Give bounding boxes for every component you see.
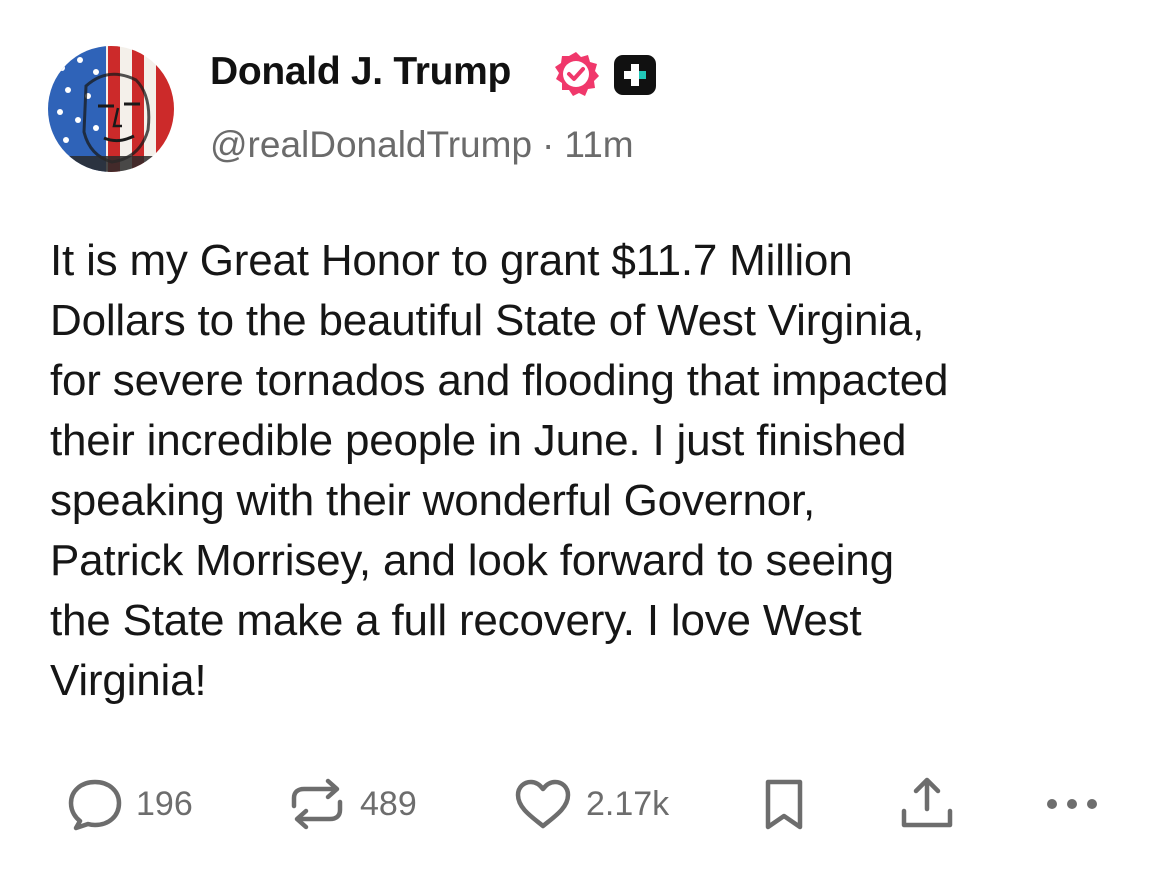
post-timestamp[interactable]: 11m — [564, 124, 633, 165]
author-meta: @realDonaldTrump · 11m — [210, 124, 634, 166]
retruth-button[interactable]: 489 — [286, 776, 417, 832]
retruth-icon — [291, 778, 343, 830]
author-display-name[interactable]: Donald J. Trump — [210, 50, 511, 94]
reply-count: 196 — [136, 784, 193, 823]
post-body: It is my Great Honor to grant $11.7 Mill… — [50, 236, 949, 705]
bookmark-icon — [765, 779, 803, 830]
bookmark-button[interactable] — [760, 776, 810, 832]
reply-bubble-icon — [68, 779, 122, 831]
reply-button[interactable]: 196 — [66, 776, 193, 832]
avatar-image — [48, 46, 174, 172]
action-bar: 196 489 2.17k — [0, 776, 1170, 836]
verified-badge-icon — [552, 50, 600, 98]
like-button[interactable]: 2.17k — [512, 776, 669, 832]
truth-plus-icon — [614, 55, 656, 95]
avatar[interactable] — [48, 46, 174, 172]
like-count: 2.17k — [586, 784, 670, 823]
retruth-count: 489 — [360, 784, 417, 823]
share-button[interactable] — [896, 776, 958, 832]
heart-icon — [515, 779, 571, 829]
truth-post: Donald J. Trump @realDonaldTrump · 11m It … — [0, 0, 1170, 895]
author-handle[interactable]: @realDonaldTrump — [210, 124, 532, 165]
meta-separator: · — [542, 124, 555, 165]
more-options-button[interactable] — [1040, 776, 1104, 832]
share-upload-icon — [901, 777, 953, 828]
more-dots-icon — [1047, 799, 1097, 809]
